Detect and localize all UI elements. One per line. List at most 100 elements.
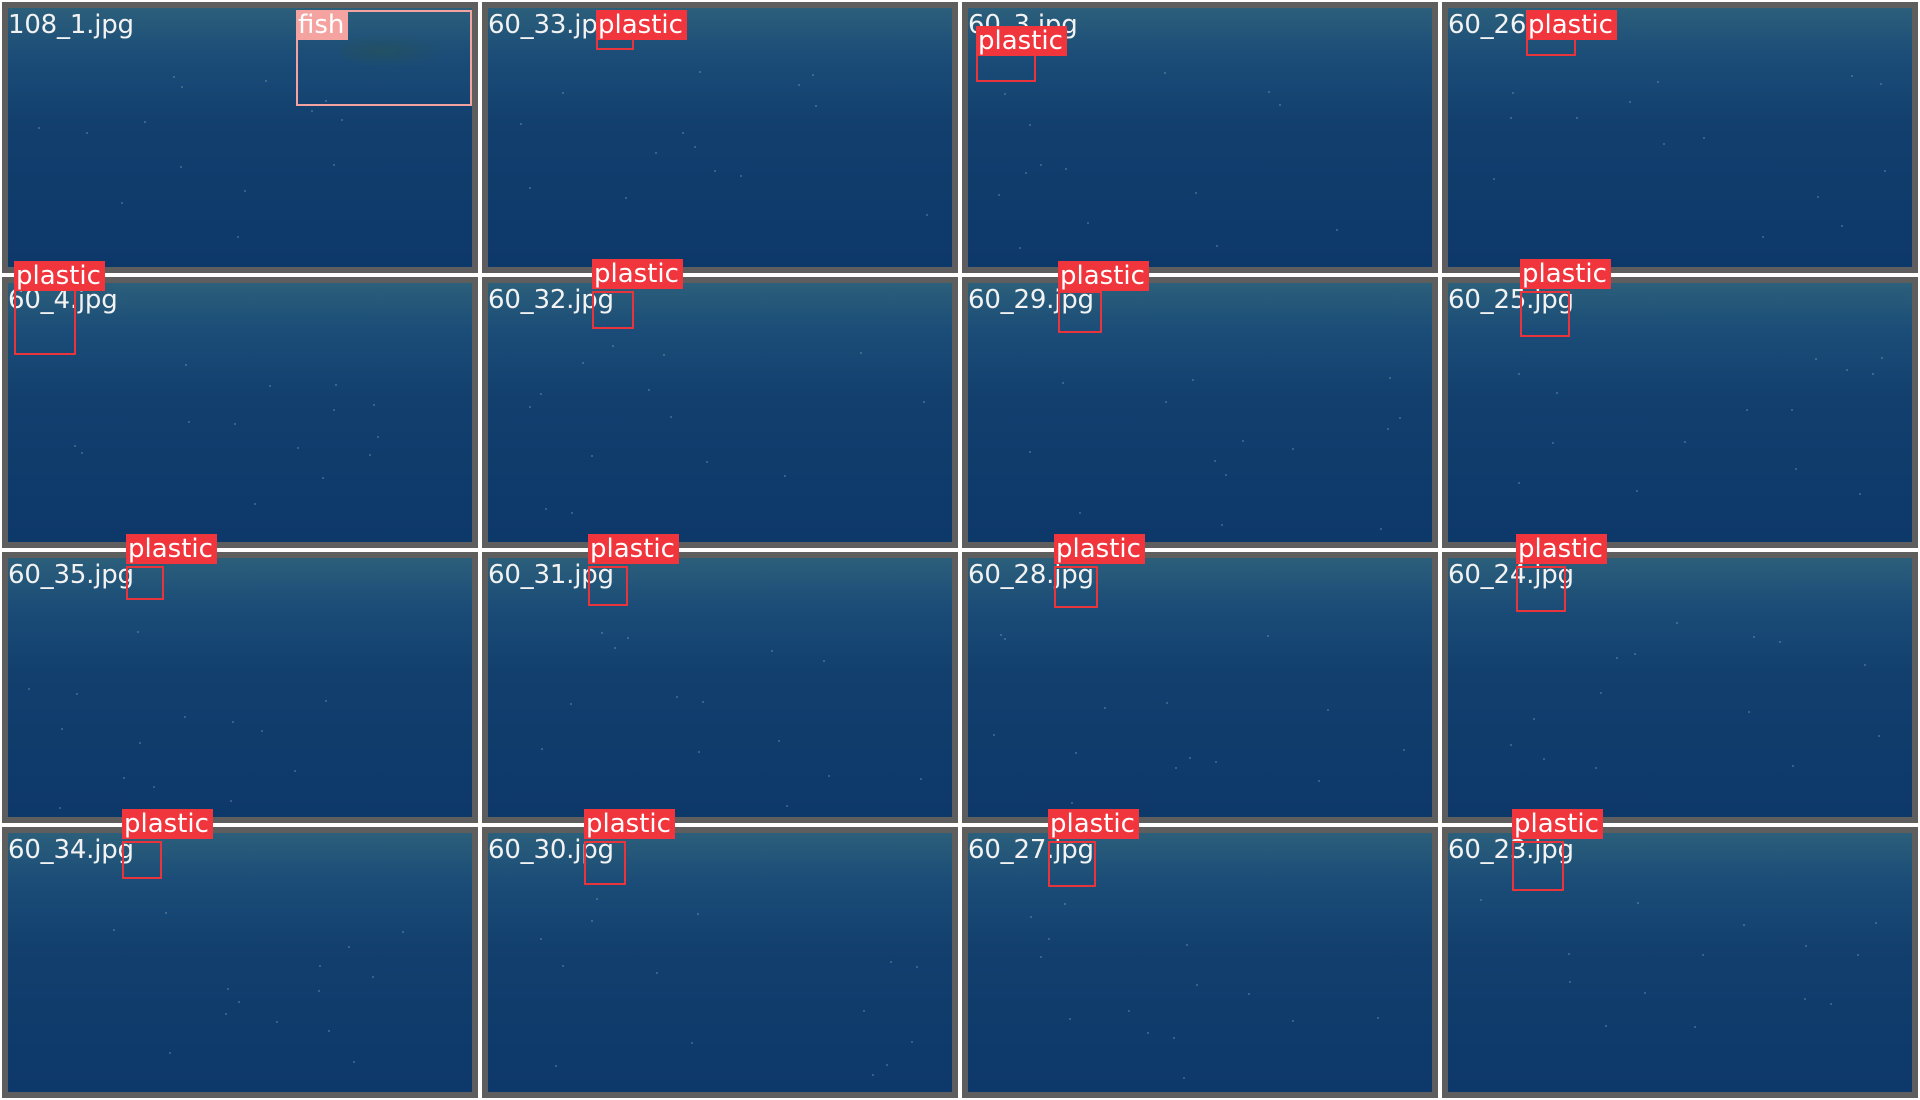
water-particle bbox=[1792, 765, 1794, 767]
underwater-photo: 60_32.jpg plastic bbox=[488, 259, 952, 542]
bounding-box[interactable] bbox=[14, 283, 76, 355]
underwater-photo: 60_28.jpg plastic bbox=[968, 534, 1432, 817]
water-particle bbox=[676, 696, 678, 698]
image-tile[interactable]: 108_1.jpg fish bbox=[2, 2, 478, 273]
water-particle bbox=[1510, 744, 1512, 746]
image-tile[interactable]: 60_24.jpg plastic bbox=[1442, 534, 1918, 823]
water-particle bbox=[234, 423, 236, 425]
water-particle bbox=[1279, 104, 1281, 106]
water-particle bbox=[1875, 922, 1877, 924]
water-particle bbox=[185, 364, 187, 366]
water-particle bbox=[1657, 81, 1659, 83]
water-particle bbox=[1403, 749, 1405, 751]
water-particle bbox=[86, 132, 88, 134]
water-particle bbox=[1636, 490, 1638, 492]
bounding-box[interactable] bbox=[1058, 291, 1102, 333]
image-tile[interactable]: 60_25.jpg plastic bbox=[1442, 259, 1918, 548]
bounding-box[interactable] bbox=[1048, 841, 1096, 887]
underwater-photo: 60_26.jpg plastic bbox=[1448, 8, 1912, 267]
water-particle bbox=[1186, 944, 1188, 946]
water-particle bbox=[1389, 377, 1391, 379]
image-tile[interactable]: 60_30.jpg plastic bbox=[482, 809, 958, 1098]
water-particle bbox=[1644, 992, 1646, 994]
bounding-box[interactable] bbox=[122, 841, 162, 879]
water-particle bbox=[244, 190, 246, 192]
underwater-photo: 60_33.jpg plastic bbox=[488, 8, 952, 267]
water-particle bbox=[1387, 428, 1389, 430]
image-tile[interactable]: 60_31.jpg plastic bbox=[482, 534, 958, 823]
image-tile[interactable]: 60_29.jpg plastic bbox=[962, 261, 1438, 548]
water-particle bbox=[571, 512, 573, 514]
water-particle bbox=[1568, 953, 1570, 955]
water-particle bbox=[860, 352, 862, 354]
water-particle bbox=[261, 730, 263, 732]
water-particle bbox=[1164, 72, 1166, 74]
water-particle bbox=[1166, 702, 1168, 704]
image-tile[interactable]: 60_32.jpg plastic bbox=[482, 259, 958, 548]
water-particle bbox=[1377, 1017, 1379, 1019]
detection-mosaic: 108_1.jpg fish 60_33.jpg plastic 60_3.jp… bbox=[0, 0, 1920, 1100]
water-particle bbox=[920, 778, 922, 780]
bounding-box[interactable] bbox=[588, 566, 628, 606]
underwater-photo: 60_35.jpg plastic bbox=[8, 534, 472, 817]
class-label: plastic bbox=[126, 534, 217, 564]
water-particle bbox=[872, 1074, 874, 1076]
water-particle bbox=[325, 700, 327, 702]
class-label: fish bbox=[296, 10, 349, 40]
water-particle bbox=[714, 170, 716, 172]
water-particle bbox=[28, 688, 30, 690]
image-tile[interactable]: 60_3.jpg plastic bbox=[962, 2, 1438, 273]
bounding-box[interactable] bbox=[584, 841, 626, 885]
image-tile[interactable]: 60_34.jpg plastic bbox=[2, 809, 478, 1098]
bounding-box[interactable] bbox=[1054, 566, 1098, 608]
water-particle bbox=[663, 354, 665, 356]
water-particle bbox=[181, 86, 183, 88]
water-particle bbox=[254, 503, 256, 505]
image-tile[interactable]: 60_35.jpg plastic bbox=[2, 534, 478, 823]
water-particle bbox=[1069, 1018, 1071, 1020]
class-label: plastic bbox=[1058, 261, 1149, 291]
bounding-box[interactable] bbox=[1520, 291, 1570, 337]
water-particle bbox=[341, 119, 343, 121]
water-particle bbox=[529, 187, 531, 189]
water-particle bbox=[1884, 170, 1886, 172]
water-particle bbox=[113, 929, 115, 931]
bounding-box[interactable] bbox=[592, 291, 634, 329]
water-particle bbox=[373, 404, 375, 406]
class-label: plastic bbox=[1520, 259, 1611, 289]
image-tile[interactable]: 60_23.jpg plastic bbox=[1442, 809, 1918, 1098]
water-particle bbox=[227, 988, 229, 990]
water-particle bbox=[139, 742, 141, 744]
water-particle bbox=[318, 990, 320, 992]
water-particle bbox=[1857, 954, 1859, 956]
image-tile[interactable]: 60_26.jpg plastic bbox=[1442, 2, 1918, 273]
bounding-box[interactable] bbox=[1516, 566, 1566, 612]
water-particle bbox=[682, 132, 684, 134]
water-particle bbox=[1791, 409, 1793, 411]
water-particle bbox=[188, 421, 190, 423]
water-particle bbox=[1493, 178, 1495, 180]
image-tile[interactable]: 60_33.jpg plastic bbox=[482, 2, 958, 273]
water-particle bbox=[627, 637, 629, 639]
image-tile[interactable]: 60_28.jpg plastic bbox=[962, 534, 1438, 823]
image-tile[interactable]: 60_4.jpg plastic bbox=[2, 261, 478, 548]
bounding-box[interactable] bbox=[1512, 841, 1564, 891]
underwater-photo: 60_29.jpg plastic bbox=[968, 261, 1432, 542]
water-particle bbox=[1510, 117, 1512, 119]
class-label: plastic bbox=[1048, 809, 1139, 839]
underwater-photo: 60_24.jpg plastic bbox=[1448, 534, 1912, 817]
bounding-box[interactable] bbox=[126, 566, 164, 600]
water-particle bbox=[771, 650, 773, 652]
class-label: plastic bbox=[122, 809, 213, 839]
image-tile[interactable]: 60_27.jpg plastic bbox=[962, 809, 1438, 1098]
class-label: plastic bbox=[592, 259, 683, 289]
water-particle bbox=[1268, 91, 1270, 93]
water-particle bbox=[596, 898, 598, 900]
water-particle bbox=[1065, 168, 1067, 170]
water-particle bbox=[1192, 379, 1194, 381]
underwater-photo: 60_31.jpg plastic bbox=[488, 534, 952, 817]
water-particle bbox=[297, 447, 299, 449]
water-particle bbox=[1779, 641, 1781, 643]
water-particle bbox=[184, 716, 186, 718]
water-particle bbox=[1753, 636, 1755, 638]
